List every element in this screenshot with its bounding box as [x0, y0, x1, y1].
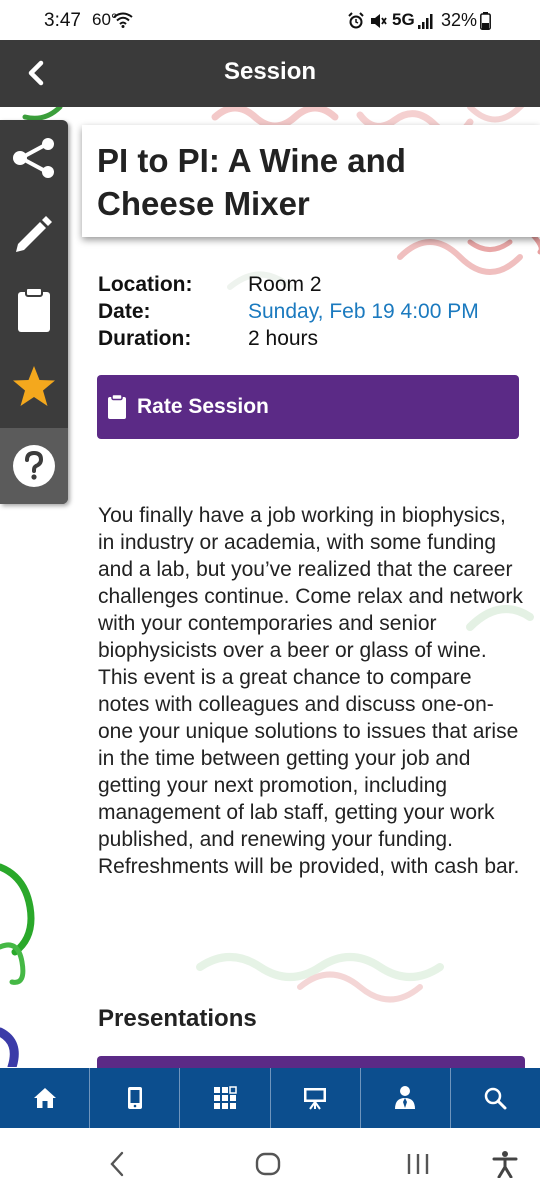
session-title-card: PI to PI: A Wine and Cheese Mixer: [82, 125, 540, 237]
network-type: 5G: [392, 10, 415, 29]
help-icon: [13, 445, 55, 487]
system-home-button[interactable]: [248, 1148, 288, 1180]
presentation-icon: [304, 1088, 327, 1110]
duration-value: 2 hours: [248, 327, 319, 350]
pencil-icon: [16, 216, 52, 252]
tab-search[interactable]: [451, 1068, 540, 1128]
signal-icon: [418, 13, 434, 35]
duration-label: Duration:: [98, 327, 192, 350]
tab-speakers[interactable]: [361, 1068, 451, 1128]
alarm-icon: [347, 12, 365, 36]
tab-grid[interactable]: [180, 1068, 271, 1128]
battery-icon: [480, 12, 491, 36]
session-title: PI to PI: A Wine and Cheese Mixer: [97, 142, 406, 222]
system-back-button[interactable]: [102, 1148, 132, 1180]
wifi-icon: [113, 12, 133, 34]
clipboard-icon: [107, 394, 129, 420]
share-button[interactable]: [0, 120, 68, 196]
accessibility-icon: [492, 1151, 518, 1178]
mute-icon: [369, 12, 387, 36]
notes-button[interactable]: [0, 196, 68, 272]
chevron-left-icon: [110, 1151, 124, 1177]
date-label: Date:: [98, 300, 151, 323]
favorite-button[interactable]: [0, 348, 68, 424]
rate-session-button[interactable]: Rate Session: [97, 375, 519, 439]
speaker-icon: [395, 1086, 416, 1109]
system-recents-button[interactable]: [400, 1148, 436, 1180]
presentations-heading: Presentations: [98, 1005, 257, 1032]
session-description: You finally have a job working in biophy…: [98, 504, 523, 878]
system-navigation-bar: [0, 1128, 540, 1200]
date-link[interactable]: Sunday, Feb 19 4:00 PM: [248, 300, 479, 324]
clipboard-icon: [18, 287, 50, 332]
page-title: Session: [223, 58, 317, 85]
app-header: Session: [0, 40, 540, 107]
tool-rail: [0, 120, 68, 504]
tab-device[interactable]: [90, 1068, 181, 1128]
home-circle-icon: [255, 1152, 281, 1176]
tab-presentations[interactable]: [271, 1068, 361, 1128]
star-icon: [13, 366, 55, 406]
rate-session-label: Rate Session: [137, 395, 269, 418]
bottom-tab-bar: [0, 1068, 540, 1128]
status-time: 3:47: [44, 10, 81, 31]
tab-home[interactable]: [0, 1068, 91, 1128]
location-value: Room 2: [248, 273, 322, 296]
home-icon: [33, 1088, 56, 1108]
location-label: Location:: [98, 273, 193, 296]
mobile-device-icon: [127, 1087, 142, 1109]
search-icon: [485, 1087, 507, 1110]
share-icon: [13, 138, 54, 178]
recents-icon: [407, 1154, 429, 1174]
accessibility-button[interactable]: [488, 1148, 522, 1180]
grid-icon: [213, 1086, 237, 1109]
survey-button[interactable]: [0, 272, 68, 348]
status-bar: 3:47 60° 5G 32%: [0, 0, 540, 40]
help-button[interactable]: [0, 428, 68, 504]
battery-percentage: 32%: [441, 10, 478, 30]
